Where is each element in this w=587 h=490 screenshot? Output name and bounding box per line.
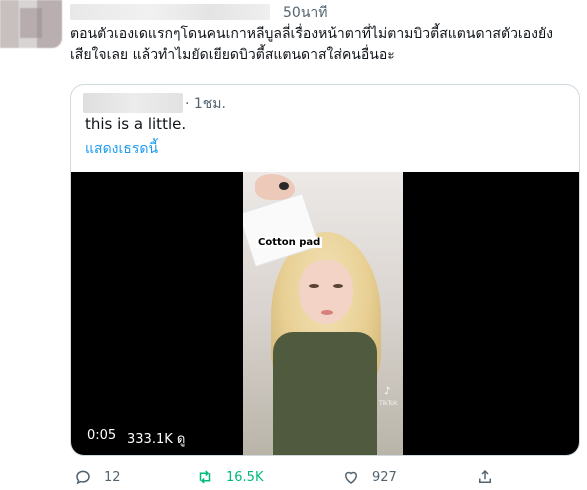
- heart-icon: [344, 471, 358, 484]
- video-elapsed: 0:05: [87, 428, 117, 443]
- quoted-author-blurred: [83, 93, 183, 113]
- share-icon: [479, 469, 491, 483]
- reply-icon: [76, 470, 90, 485]
- tweet-actions: 12 16.5K 927: [70, 468, 580, 488]
- video-nail-shape: [279, 182, 289, 190]
- video-mouth: [321, 310, 333, 315]
- video-eye-left: [309, 284, 319, 288]
- retweet-icon: [199, 470, 211, 484]
- video-caption: Cotton pad: [256, 237, 323, 248]
- tiktok-icon: ♪: [384, 386, 391, 397]
- like-button[interactable]: 927: [342, 468, 397, 486]
- retweet-count: 16.5K: [226, 469, 264, 485]
- video-player[interactable]: Cotton pad ♪ TikTok 0:05 333.1K ดู: [71, 172, 579, 455]
- video-face-shape: [299, 260, 353, 324]
- show-thread-link[interactable]: แสดงเธรดนี้: [85, 138, 158, 160]
- reply-button[interactable]: 12: [74, 468, 121, 486]
- tweet-text: ตอนตัวเองเดแรกๆโดนคนเกาหลีบูลลี่เรื่องหน…: [70, 26, 553, 63]
- retweet-button[interactable]: 16.5K: [196, 468, 263, 486]
- share-button[interactable]: [476, 468, 494, 486]
- video-hand-shape: [255, 174, 295, 200]
- quoted-tweet-card[interactable]: · 1ชม. this is a little. แสดงเธรดนี้ Cot…: [70, 84, 580, 456]
- video-eye-right: [333, 284, 343, 288]
- author-avatar-blurred[interactable]: [0, 0, 62, 48]
- video-sweater-shape: [273, 332, 377, 455]
- video-views: 333.1K ดู: [127, 432, 186, 447]
- tweet-timestamp[interactable]: 50นาที: [283, 2, 327, 24]
- like-count: 927: [372, 469, 397, 485]
- video-frame: Cotton pad ♪ TikTok: [243, 172, 403, 455]
- author-name-blurred[interactable]: [70, 4, 270, 20]
- tiktok-label: TikTok: [379, 400, 398, 407]
- quoted-tweet-time: · 1ชม.: [185, 96, 226, 112]
- quoted-tweet-text: this is a little.: [85, 115, 187, 133]
- reply-count: 12: [104, 469, 121, 485]
